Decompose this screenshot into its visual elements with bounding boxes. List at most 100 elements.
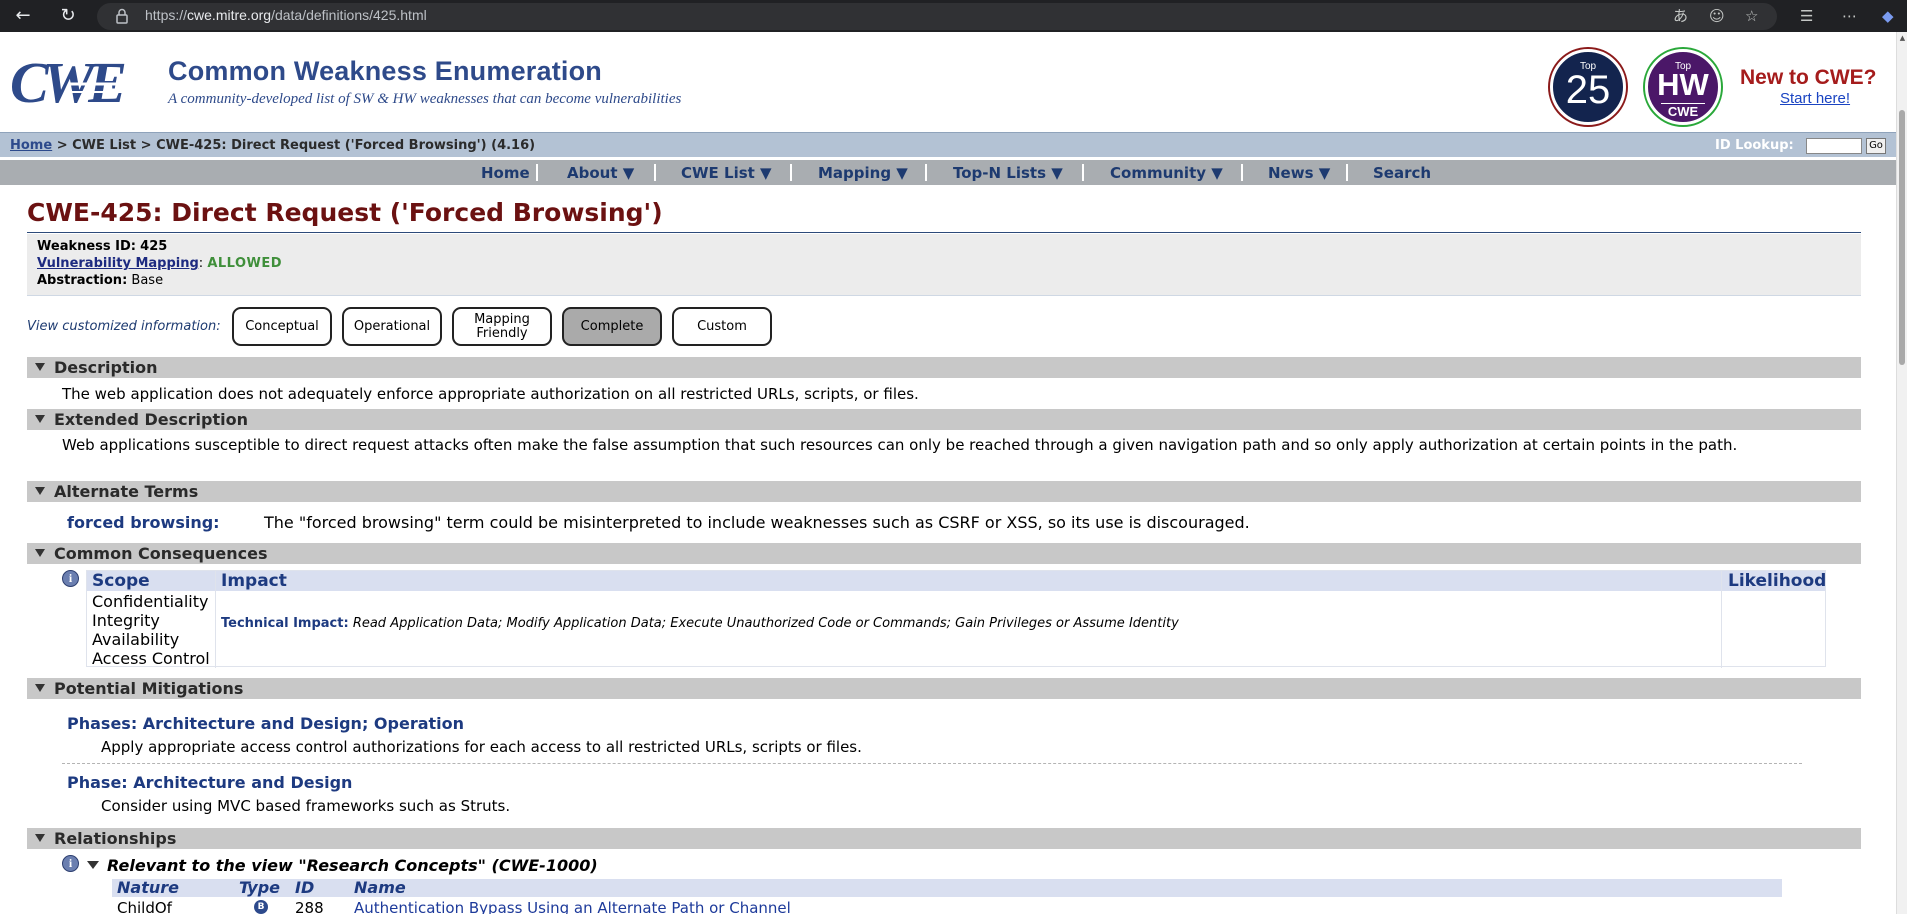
reload-icon[interactable]: ↻ bbox=[57, 5, 79, 27]
menu-search[interactable]: Search bbox=[1373, 164, 1431, 182]
breadcrumb-cwe-list[interactable]: CWE List bbox=[72, 138, 136, 153]
scroll-thumb[interactable] bbox=[1899, 110, 1905, 365]
collapse-arrow-icon[interactable] bbox=[35, 363, 45, 371]
menu-divider bbox=[1082, 164, 1084, 181]
favorites-bar-icon[interactable]: ☰ bbox=[1800, 6, 1813, 26]
vuln-mapping-line: Vulnerability Mapping: ALLOWED bbox=[37, 256, 283, 271]
alternate-term-description: The "forced browsing" term could be misi… bbox=[264, 513, 1250, 532]
svg-text:CWE: CWE bbox=[10, 54, 125, 110]
main-menu: Home About ▼ CWE List ▼ Mapping ▼ Top-N … bbox=[0, 160, 1896, 185]
col-header-impact: Impact bbox=[221, 571, 287, 591]
breadcrumb-separator: > bbox=[52, 138, 73, 153]
menu-home[interactable]: Home bbox=[481, 164, 530, 182]
lock-icon bbox=[116, 8, 128, 24]
menu-divider bbox=[536, 164, 538, 181]
mitigation-divider bbox=[62, 763, 1802, 764]
copilot-icon[interactable]: ◆ bbox=[1882, 6, 1894, 26]
favorite-icon[interactable]: ☆ bbox=[1745, 6, 1758, 26]
menu-community[interactable]: Community ▼ bbox=[1110, 164, 1223, 182]
menu-divider bbox=[790, 164, 792, 181]
col-header-nature: Nature bbox=[117, 878, 179, 897]
description-section-header[interactable]: Description bbox=[27, 357, 1861, 378]
menu-about[interactable]: About ▼ bbox=[567, 164, 634, 182]
scope-item: Integrity bbox=[92, 611, 160, 630]
relationships-section-header[interactable]: Relationships bbox=[27, 828, 1861, 849]
menu-cwe-list[interactable]: CWE List ▼ bbox=[681, 164, 772, 182]
menu-divider bbox=[1346, 164, 1348, 181]
collapse-arrow-icon[interactable] bbox=[87, 861, 99, 869]
menu-divider bbox=[1241, 164, 1243, 181]
consequences-table: Scope Impact Likelihood Confidentiality … bbox=[86, 570, 1827, 668]
mitigation-phase-title: Phases: Architecture and Design; Operati… bbox=[67, 714, 465, 733]
section-title: Extended Description bbox=[54, 410, 248, 429]
breadcrumb-bar: Home > CWE List > CWE-425: Direct Reques… bbox=[0, 132, 1896, 157]
collapse-arrow-icon[interactable] bbox=[35, 415, 45, 423]
page-scrollbar[interactable]: ▲ bbox=[1896, 32, 1907, 914]
view-operational-button[interactable]: Operational bbox=[342, 307, 442, 346]
id-lookup-label: ID Lookup: bbox=[1715, 138, 1794, 153]
site-title[interactable]: Common Weakness Enumeration bbox=[168, 56, 602, 87]
extended-description-section-header[interactable]: Extended Description bbox=[27, 409, 1861, 430]
badge-hw-label: HW bbox=[1657, 67, 1709, 102]
id-lookup-input[interactable] bbox=[1806, 138, 1862, 154]
weakness-id-line: Weakness ID: 425 bbox=[37, 239, 167, 254]
scroll-up-icon[interactable]: ▲ bbox=[1898, 34, 1907, 42]
vuln-mapping-link[interactable]: Vulnerability Mapping bbox=[37, 256, 199, 271]
section-title: Relationships bbox=[54, 829, 177, 848]
col-header-type: Type bbox=[239, 878, 280, 897]
translate-icon[interactable]: あ bbox=[1673, 6, 1688, 26]
col-header-id: ID bbox=[295, 878, 315, 897]
col-header-likelihood: Likelihood bbox=[1728, 571, 1827, 591]
url-text[interactable]: https://cwe.mitre.org/data/definitions/4… bbox=[145, 7, 427, 23]
description-text: The web application does not adequately … bbox=[62, 385, 919, 403]
collapse-arrow-icon[interactable] bbox=[35, 834, 45, 842]
top-hw-badge[interactable]: Top HW CWE bbox=[1645, 49, 1721, 125]
badge-cwe-label: CWE bbox=[1661, 103, 1705, 119]
site-subtitle: A community-developed list of SW & HW we… bbox=[168, 91, 682, 107]
abstraction-label: Abstraction: bbox=[37, 273, 128, 288]
menu-divider bbox=[925, 164, 927, 181]
column-divider bbox=[215, 571, 216, 668]
browser-toolbar: ← ↻ https://cwe.mitre.org/data/definitio… bbox=[0, 0, 1907, 32]
col-header-scope: Scope bbox=[92, 571, 150, 591]
top25-badge[interactable]: Top 25 bbox=[1550, 49, 1626, 125]
breadcrumb: Home > CWE List > CWE-425: Direct Reques… bbox=[10, 138, 535, 153]
reader-icon[interactable]: ☺ bbox=[1709, 6, 1725, 26]
collapse-arrow-icon[interactable] bbox=[35, 549, 45, 557]
menu-news[interactable]: News ▼ bbox=[1268, 164, 1330, 182]
consequences-table-header bbox=[87, 571, 1825, 591]
relationship-name-link[interactable]: Authentication Bypass Using an Alternate… bbox=[354, 899, 791, 914]
collapse-arrow-icon[interactable] bbox=[35, 487, 45, 495]
vuln-mapping-value: ALLOWED bbox=[207, 256, 283, 271]
menu-top-n-lists[interactable]: Top-N Lists ▼ bbox=[953, 164, 1063, 182]
scope-item: Confidentiality bbox=[92, 592, 209, 611]
view-custom-button[interactable]: Custom bbox=[672, 307, 772, 346]
menu-mapping[interactable]: Mapping ▼ bbox=[818, 164, 908, 182]
more-icon[interactable]: ⋯ bbox=[1842, 6, 1857, 26]
view-conceptual-button[interactable]: Conceptual bbox=[232, 307, 332, 346]
weakness-id-value: 425 bbox=[140, 239, 168, 254]
start-here-link[interactable]: Start here! bbox=[1780, 90, 1850, 107]
menu-divider bbox=[654, 164, 656, 181]
info-icon[interactable]: i bbox=[62, 570, 79, 587]
view-complete-button[interactable]: Complete bbox=[562, 307, 662, 346]
info-icon[interactable]: i bbox=[62, 855, 79, 872]
breadcrumb-home[interactable]: Home bbox=[10, 138, 52, 153]
mitigation-text: Apply appropriate access control authori… bbox=[101, 738, 862, 756]
section-title: Description bbox=[54, 358, 158, 377]
section-title: Potential Mitigations bbox=[54, 679, 244, 698]
cwe-logo[interactable]: CWE bbox=[8, 54, 164, 110]
technical-impact: Technical Impact: Read Application Data;… bbox=[221, 616, 1179, 631]
relationship-nature: ChildOf bbox=[117, 899, 172, 914]
mitigation-phase-title: Phase: Architecture and Design bbox=[67, 773, 353, 792]
collapse-arrow-icon[interactable] bbox=[35, 684, 45, 692]
go-button[interactable]: Go bbox=[1866, 138, 1886, 154]
view-mapping-friendly-button[interactable]: Mapping Friendly bbox=[452, 307, 552, 346]
mitigation-text: Consider using MVC based frameworks such… bbox=[101, 797, 511, 815]
weakness-meta: Weakness ID: 425 Vulnerability Mapping: … bbox=[27, 234, 1861, 296]
back-icon[interactable]: ← bbox=[12, 5, 34, 27]
potential-mitigations-section-header[interactable]: Potential Mitigations bbox=[27, 678, 1861, 699]
alternate-terms-section-header[interactable]: Alternate Terms bbox=[27, 481, 1861, 502]
common-consequences-section-header[interactable]: Common Consequences bbox=[27, 543, 1861, 564]
breadcrumb-current: CWE-425: Direct Request ('Forced Browsin… bbox=[156, 138, 536, 153]
